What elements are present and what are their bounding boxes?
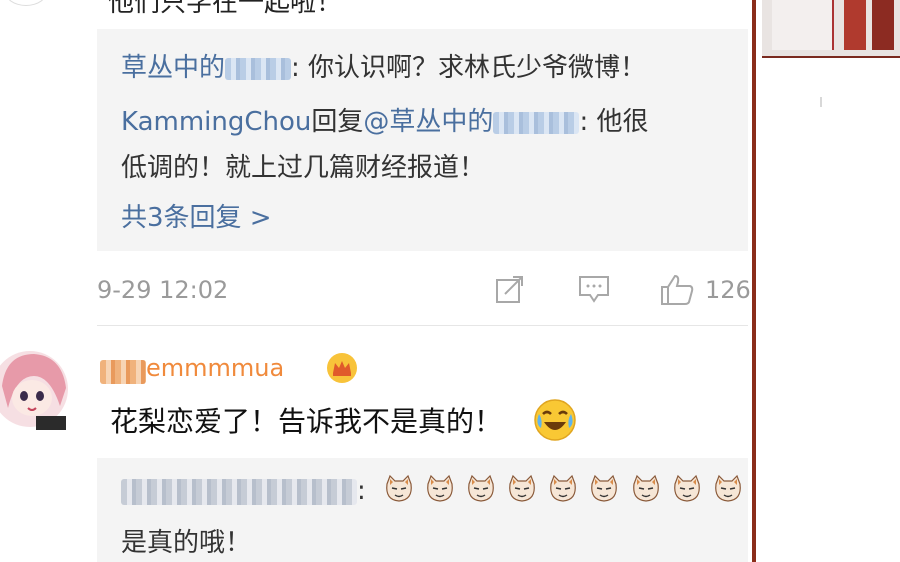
reply-text: 是真的哦！: [121, 528, 252, 558]
cat-emoji: [589, 474, 619, 508]
cat-emoji: [672, 474, 702, 508]
reply-panel: 草丛中的: 你认识啊？求林氏少爷微博！ KammingChou回复@草丛中的: …: [97, 29, 748, 251]
like-icon[interactable]: [660, 274, 694, 310]
avatar[interactable]: [4, 0, 48, 6]
thumbnail-image[interactable]: [762, 0, 900, 58]
laugh-cry-emoji: [533, 398, 577, 446]
mention-link[interactable]: @草丛中的: [363, 107, 580, 137]
censored-name: [493, 111, 580, 134]
cat-emoji: [548, 474, 578, 508]
cat-emoji: [466, 474, 496, 508]
crown-icon: [326, 352, 358, 388]
cat-emoji: [384, 474, 414, 508]
username-text: emmmmua: [146, 354, 285, 382]
divider: [820, 97, 822, 107]
cat-emoji: [631, 474, 661, 508]
divider: [97, 325, 748, 326]
reply-word: 回复: [311, 107, 364, 137]
censored-name: [225, 57, 292, 80]
reply-text: 低调的！就上过几篇财经报道！: [121, 153, 486, 183]
avatar[interactable]: [0, 346, 70, 432]
comment-icon[interactable]: [578, 274, 610, 308]
reply-item: KammingChou回复@草丛中的: 他很: [121, 101, 648, 138]
reply-text: : 你认识啊？求林氏少爷微博！: [291, 53, 647, 83]
cat-emoji: [507, 474, 537, 508]
timestamp: 9-29 12:02: [97, 276, 229, 304]
cat-emoji: [713, 474, 743, 508]
reply-item: 草丛中的: 你认识啊？求林氏少爷微博！: [121, 47, 646, 84]
side-panel: [756, 0, 900, 562]
comment-text: 他们只学在一起啦！: [108, 0, 343, 18]
reply-author-link[interactable]: KammingChou: [121, 107, 311, 137]
separator: :: [357, 476, 366, 506]
reply-author-link[interactable]: 草丛中的: [121, 53, 292, 83]
comment-meta: 9-29 12:02 126: [97, 270, 751, 310]
like-count: 126: [705, 276, 751, 304]
censored-name: [100, 359, 146, 384]
emoji-sequence: [384, 474, 749, 508]
share-icon[interactable]: [495, 274, 525, 308]
reply-text: : 他很: [579, 107, 649, 137]
comment-text: 花梨恋爱了！告诉我不是真的！: [110, 405, 503, 438]
reply-item: :: [121, 476, 366, 506]
more-replies-link[interactable]: 共3条回复 >: [121, 197, 272, 234]
censored-name[interactable]: [121, 478, 357, 505]
username[interactable]: emmmmua: [100, 354, 284, 384]
cat-emoji: [425, 474, 455, 508]
